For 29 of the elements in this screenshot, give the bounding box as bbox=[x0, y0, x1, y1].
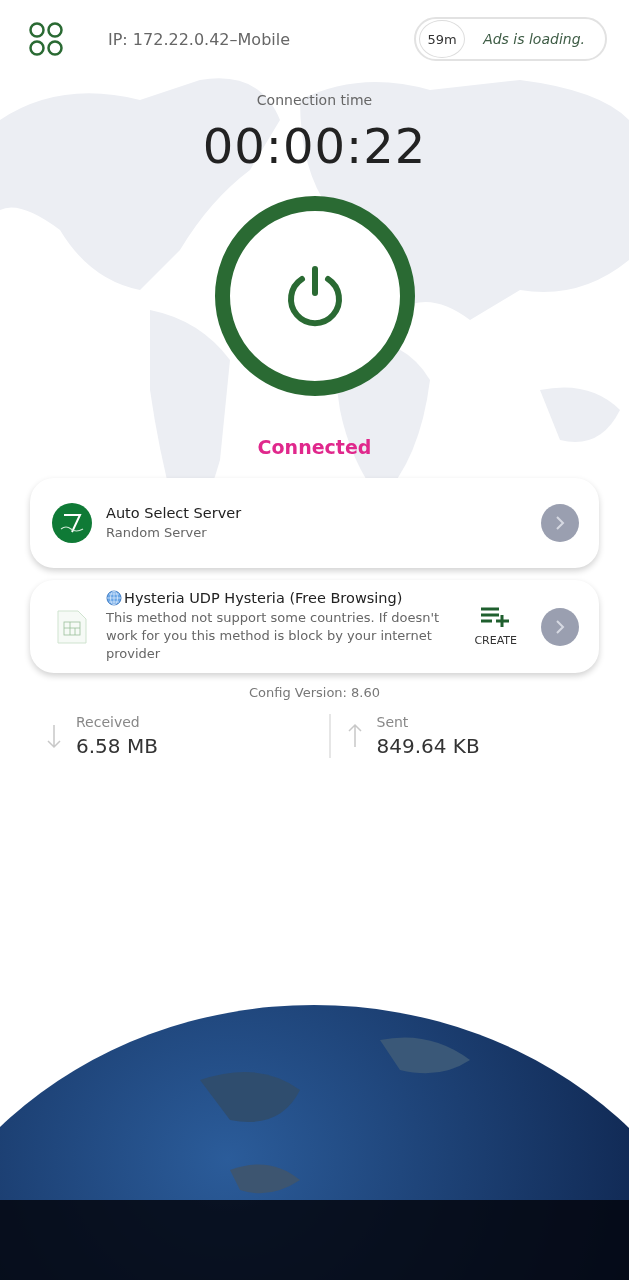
create-button[interactable]: CREATE bbox=[474, 606, 527, 647]
menu-icon[interactable] bbox=[28, 21, 64, 57]
add-list-icon bbox=[479, 606, 512, 628]
stat-label: Sent bbox=[376, 714, 410, 730]
ip-address: IP: 172.22.0.42–Mobile bbox=[108, 29, 292, 49]
sim-card-icon bbox=[57, 609, 87, 644]
chevron-right-icon bbox=[554, 618, 566, 635]
connection-timer: 00:00:22 bbox=[202, 118, 427, 174]
server-subtitle: This method not support some countries. If doesn't work for you this method is block by your internet provider bbox=[106, 609, 441, 663]
logo-icon bbox=[52, 503, 92, 543]
stat-label: Received bbox=[76, 714, 141, 730]
chevron-right-icon bbox=[554, 515, 566, 531]
chevron-button[interactable] bbox=[541, 607, 579, 646]
connection-status: Connected bbox=[257, 436, 372, 458]
server-card[interactable]: Auto Select Server Random Server bbox=[30, 478, 599, 568]
ads-status: Ads is loading. bbox=[483, 31, 585, 47]
server-card[interactable]: Hysteria UDP Hysteria (Free Browsing) This method not support some countries. If doesn't work for you this method is block by your internet provider CREATE bbox=[30, 580, 599, 673]
server-subtitle: Random Server bbox=[106, 523, 208, 542]
ads-pill[interactable]: 59m Ads is loading. bbox=[414, 17, 607, 61]
globe-icon bbox=[106, 590, 122, 606]
server-title: Hysteria UDP Hysteria (Free Browsing) bbox=[124, 590, 403, 606]
arrow-up-icon bbox=[346, 723, 363, 749]
arrow-down-icon bbox=[46, 723, 62, 749]
connection-time-label: Connection time bbox=[256, 92, 373, 108]
chevron-button[interactable] bbox=[541, 504, 579, 542]
stat-value: 849.64 KB bbox=[376, 734, 480, 758]
server-title: Auto Select Server bbox=[106, 504, 242, 521]
config-version: Config Version: 8.60 bbox=[247, 685, 382, 700]
stat-value: 6.58 MB bbox=[76, 734, 158, 758]
